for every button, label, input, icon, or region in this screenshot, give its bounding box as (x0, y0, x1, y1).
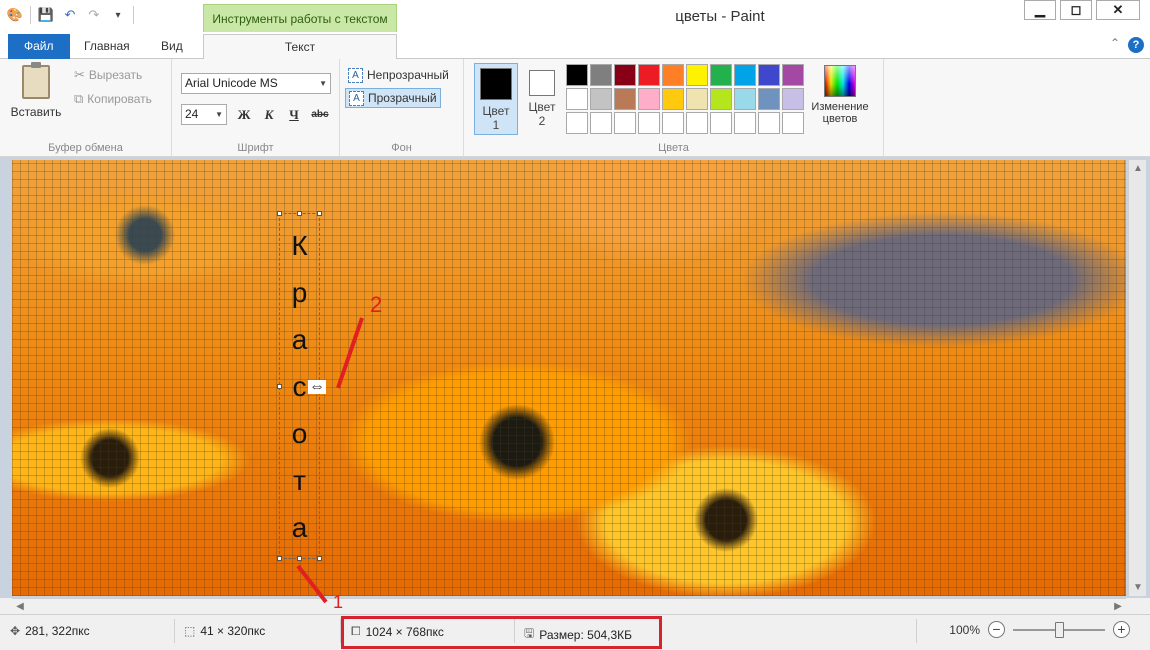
annotation-number-1: 1 (333, 592, 344, 612)
annotation-overlay (296, 317, 364, 604)
annotation-line-1 (296, 564, 328, 604)
annotation-number-2: 2 (370, 292, 383, 317)
annotation-line-2 (336, 317, 364, 389)
